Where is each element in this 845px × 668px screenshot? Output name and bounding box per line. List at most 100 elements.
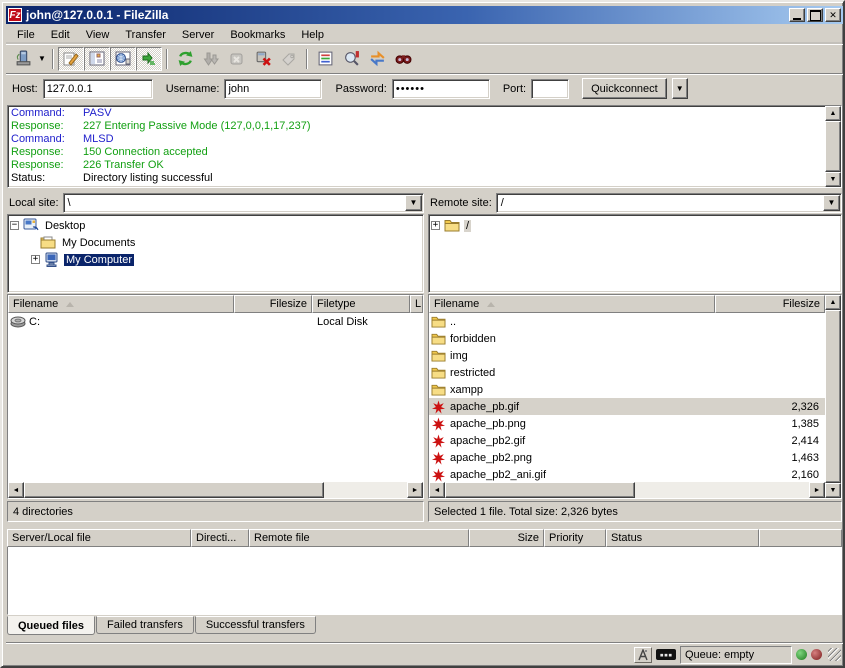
scroll-right-icon[interactable]: ► <box>407 482 423 498</box>
combo-dropdown-icon[interactable]: ▼ <box>823 195 840 211</box>
scroll-up-icon[interactable]: ▲ <box>825 295 841 310</box>
menu-transfer[interactable]: Transfer <box>117 27 174 43</box>
find-files-icon[interactable] <box>390 47 416 71</box>
scroll-thumb[interactable] <box>825 121 841 172</box>
led-green-icon <box>796 649 807 660</box>
file-row[interactable]: forbidden <box>429 330 825 347</box>
transfer-type-icon[interactable] <box>634 647 652 663</box>
remote-list-body: .. forbidden img restricted xampp apache… <box>429 313 825 482</box>
port-input[interactable] <box>531 79 569 99</box>
directory-filter-icon[interactable] <box>312 47 338 71</box>
file-row[interactable]: restricted <box>429 364 825 381</box>
scroll-left-icon[interactable]: ◄ <box>8 482 24 498</box>
tree-item-my-documents[interactable]: My Documents <box>10 234 421 251</box>
speed-limit-icon[interactable]: ▪▪▪ <box>656 649 676 660</box>
local-site-combo[interactable]: \ ▼ <box>63 193 424 213</box>
local-status-text: 4 directories <box>7 501 424 522</box>
maximize-button[interactable] <box>807 8 823 22</box>
queue-body[interactable] <box>7 547 842 615</box>
scroll-thumb[interactable] <box>825 310 841 483</box>
tree-item-my-computer[interactable]: + My Computer <box>10 251 421 268</box>
local-site-row: Local site: \ ▼ <box>7 192 424 213</box>
folder-icon <box>431 383 447 397</box>
menu-help[interactable]: Help <box>293 27 332 43</box>
scroll-right-icon[interactable]: ► <box>809 482 825 498</box>
queue-status-box: Queue: empty <box>680 646 792 664</box>
menu-view[interactable]: View <box>78 27 118 43</box>
log-scrollbar[interactable]: ▲ ▼ <box>825 106 841 187</box>
cancel-operation-icon[interactable] <box>224 47 250 71</box>
menu-file[interactable]: File <box>9 27 43 43</box>
quickconnect-dropdown-icon[interactable]: ▼ <box>672 78 688 99</box>
column-server-local-file[interactable]: Server/Local file <box>7 529 191 547</box>
minimize-button[interactable] <box>789 8 805 22</box>
local-site-label: Local site: <box>7 197 59 209</box>
password-input[interactable] <box>392 79 490 99</box>
resize-grip[interactable] <box>828 648 841 661</box>
file-row[interactable]: C: Local Disk <box>8 313 423 330</box>
scroll-thumb[interactable] <box>445 482 635 498</box>
local-horizontal-scrollbar[interactable]: ◄ ► <box>8 482 423 498</box>
file-row[interactable]: img <box>429 347 825 364</box>
file-row[interactable]: apache_pb.png1,385 <box>429 415 825 432</box>
username-input[interactable] <box>224 79 322 99</box>
column-status[interactable]: Status <box>606 529 759 547</box>
toggle-queue-icon[interactable] <box>136 47 162 71</box>
toggle-message-log-icon[interactable] <box>58 47 84 71</box>
menu-bookmarks[interactable]: Bookmarks <box>222 27 293 43</box>
column-size[interactable]: Size <box>469 529 544 547</box>
column-filesize[interactable]: Filesize <box>715 295 825 313</box>
synchronized-browsing-icon[interactable] <box>364 47 390 71</box>
site-manager-icon[interactable] <box>10 47 36 71</box>
column-filesize[interactable]: Filesize <box>234 295 312 313</box>
column-remote-file[interactable]: Remote file <box>249 529 469 547</box>
combo-dropdown-icon[interactable]: ▼ <box>405 195 422 211</box>
file-row[interactable]: xampp <box>429 381 825 398</box>
refresh-icon[interactable] <box>172 47 198 71</box>
scroll-thumb[interactable] <box>24 482 324 498</box>
tab-failed-transfers[interactable]: Failed transfers <box>96 616 194 634</box>
scroll-left-icon[interactable]: ◄ <box>429 482 445 498</box>
tab-queued-files[interactable]: Queued files <box>7 616 95 635</box>
remote-site-combo[interactable]: / ▼ <box>496 193 842 213</box>
reconnect-icon[interactable] <box>276 47 302 71</box>
column-filename[interactable]: Filename <box>429 295 715 313</box>
disconnect-icon[interactable] <box>250 47 276 71</box>
quickconnect-button[interactable]: Quickconnect <box>582 78 667 99</box>
expand-icon[interactable]: + <box>431 221 440 230</box>
toggle-local-tree-icon[interactable] <box>84 47 110 71</box>
column-filetype[interactable]: Filetype <box>312 295 410 313</box>
scroll-up-icon[interactable]: ▲ <box>825 106 841 121</box>
menu-edit[interactable]: Edit <box>43 27 78 43</box>
column-filename[interactable]: Filename <box>8 295 234 313</box>
host-input[interactable] <box>43 79 153 99</box>
tab-successful-transfers[interactable]: Successful transfers <box>195 616 316 634</box>
file-row[interactable]: .. <box>429 313 825 330</box>
local-file-list: Filename Filesize Filetype L C: Local Di… <box>7 294 424 499</box>
toggle-remote-tree-icon[interactable] <box>110 47 136 71</box>
tree-item-desktop[interactable]: − Desktop <box>10 217 421 234</box>
expand-icon[interactable]: + <box>31 255 40 264</box>
title-bar[interactable]: Fz john@127.0.0.1 - FileZilla <box>6 6 843 24</box>
remote-vertical-scrollbar[interactable]: ▲ ▼ <box>825 295 841 498</box>
column-priority[interactable]: Priority <box>544 529 606 547</box>
collapse-icon[interactable]: − <box>10 221 19 230</box>
sort-ascending-icon <box>487 302 495 307</box>
scroll-down-icon[interactable]: ▼ <box>825 483 841 498</box>
app-icon[interactable]: Fz <box>8 8 22 22</box>
directory-comparison-icon[interactable] <box>338 47 364 71</box>
remote-horizontal-scrollbar[interactable]: ◄ ► <box>429 482 825 498</box>
close-button[interactable] <box>825 8 841 22</box>
column-last-modified[interactable]: L <box>410 295 423 313</box>
file-row[interactable]: apache_pb2.png1,463 <box>429 449 825 466</box>
file-row-selected[interactable]: apache_pb.gif2,326 <box>429 398 825 415</box>
scroll-down-icon[interactable]: ▼ <box>825 172 841 187</box>
file-row[interactable]: apache_pb2_ani.gif2,160 <box>429 466 825 482</box>
site-manager-dropdown-icon[interactable]: ▼ <box>36 47 48 71</box>
file-row[interactable]: apache_pb2.gif2,414 <box>429 432 825 449</box>
tree-item-root[interactable]: + / <box>431 217 839 234</box>
menu-server[interactable]: Server <box>174 27 222 43</box>
column-direction[interactable]: Directi... <box>191 529 249 547</box>
process-queue-icon[interactable] <box>198 47 224 71</box>
menu-bar: File Edit View Transfer Server Bookmarks… <box>6 25 843 44</box>
